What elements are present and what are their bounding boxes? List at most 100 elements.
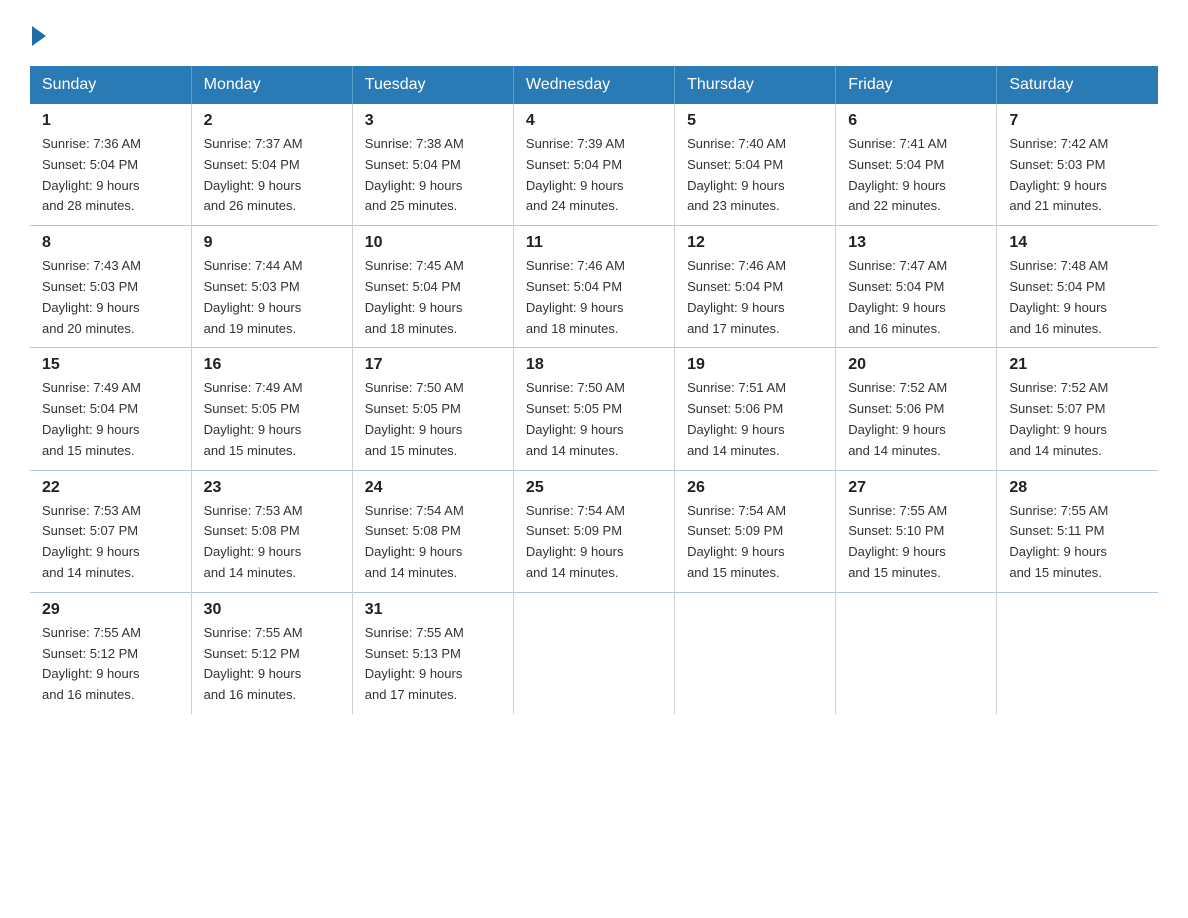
- day-cell: [513, 592, 674, 714]
- header-monday: Monday: [191, 66, 352, 104]
- calendar-body: 1 Sunrise: 7:36 AM Sunset: 5:04 PM Dayli…: [30, 104, 1158, 714]
- header-saturday: Saturday: [997, 66, 1158, 104]
- day-info: Sunrise: 7:55 AM Sunset: 5:10 PM Dayligh…: [848, 501, 984, 584]
- day-info: Sunrise: 7:53 AM Sunset: 5:07 PM Dayligh…: [42, 501, 179, 584]
- header-row: SundayMondayTuesdayWednesdayThursdayFrid…: [30, 66, 1158, 104]
- day-cell: 17 Sunrise: 7:50 AM Sunset: 5:05 PM Dayl…: [352, 348, 513, 470]
- day-info: Sunrise: 7:39 AM Sunset: 5:04 PM Dayligh…: [526, 134, 662, 217]
- week-row-3: 15 Sunrise: 7:49 AM Sunset: 5:04 PM Dayl…: [30, 348, 1158, 470]
- day-cell: [675, 592, 836, 714]
- header-thursday: Thursday: [675, 66, 836, 104]
- day-cell: 23 Sunrise: 7:53 AM Sunset: 5:08 PM Dayl…: [191, 470, 352, 592]
- day-number: 7: [1009, 112, 1146, 130]
- week-row-1: 1 Sunrise: 7:36 AM Sunset: 5:04 PM Dayli…: [30, 104, 1158, 226]
- day-number: 1: [42, 112, 179, 130]
- day-cell: 11 Sunrise: 7:46 AM Sunset: 5:04 PM Dayl…: [513, 226, 674, 348]
- day-info: Sunrise: 7:46 AM Sunset: 5:04 PM Dayligh…: [687, 256, 823, 339]
- day-number: 19: [687, 356, 823, 374]
- day-cell: [997, 592, 1158, 714]
- day-cell: 19 Sunrise: 7:51 AM Sunset: 5:06 PM Dayl…: [675, 348, 836, 470]
- page-header: [30, 20, 1158, 46]
- day-info: Sunrise: 7:42 AM Sunset: 5:03 PM Dayligh…: [1009, 134, 1146, 217]
- day-cell: 4 Sunrise: 7:39 AM Sunset: 5:04 PM Dayli…: [513, 104, 674, 226]
- day-info: Sunrise: 7:46 AM Sunset: 5:04 PM Dayligh…: [526, 256, 662, 339]
- day-info: Sunrise: 7:52 AM Sunset: 5:06 PM Dayligh…: [848, 378, 984, 461]
- day-cell: 12 Sunrise: 7:46 AM Sunset: 5:04 PM Dayl…: [675, 226, 836, 348]
- day-number: 4: [526, 112, 662, 130]
- day-number: 17: [365, 356, 501, 374]
- day-info: Sunrise: 7:37 AM Sunset: 5:04 PM Dayligh…: [204, 134, 340, 217]
- day-info: Sunrise: 7:47 AM Sunset: 5:04 PM Dayligh…: [848, 256, 984, 339]
- day-number: 20: [848, 356, 984, 374]
- day-number: 18: [526, 356, 662, 374]
- day-cell: 5 Sunrise: 7:40 AM Sunset: 5:04 PM Dayli…: [675, 104, 836, 226]
- header-wednesday: Wednesday: [513, 66, 674, 104]
- day-cell: 16 Sunrise: 7:49 AM Sunset: 5:05 PM Dayl…: [191, 348, 352, 470]
- day-number: 3: [365, 112, 501, 130]
- day-info: Sunrise: 7:49 AM Sunset: 5:04 PM Dayligh…: [42, 378, 179, 461]
- day-cell: 24 Sunrise: 7:54 AM Sunset: 5:08 PM Dayl…: [352, 470, 513, 592]
- day-cell: 7 Sunrise: 7:42 AM Sunset: 5:03 PM Dayli…: [997, 104, 1158, 226]
- day-number: 21: [1009, 356, 1146, 374]
- day-cell: 20 Sunrise: 7:52 AM Sunset: 5:06 PM Dayl…: [836, 348, 997, 470]
- day-info: Sunrise: 7:52 AM Sunset: 5:07 PM Dayligh…: [1009, 378, 1146, 461]
- day-info: Sunrise: 7:40 AM Sunset: 5:04 PM Dayligh…: [687, 134, 823, 217]
- day-cell: 21 Sunrise: 7:52 AM Sunset: 5:07 PM Dayl…: [997, 348, 1158, 470]
- day-info: Sunrise: 7:41 AM Sunset: 5:04 PM Dayligh…: [848, 134, 984, 217]
- day-number: 2: [204, 112, 340, 130]
- day-cell: 25 Sunrise: 7:54 AM Sunset: 5:09 PM Dayl…: [513, 470, 674, 592]
- day-number: 5: [687, 112, 823, 130]
- day-number: 23: [204, 479, 340, 497]
- day-cell: 26 Sunrise: 7:54 AM Sunset: 5:09 PM Dayl…: [675, 470, 836, 592]
- day-number: 13: [848, 234, 984, 252]
- day-info: Sunrise: 7:54 AM Sunset: 5:08 PM Dayligh…: [365, 501, 501, 584]
- day-cell: 27 Sunrise: 7:55 AM Sunset: 5:10 PM Dayl…: [836, 470, 997, 592]
- day-number: 6: [848, 112, 984, 130]
- day-cell: 13 Sunrise: 7:47 AM Sunset: 5:04 PM Dayl…: [836, 226, 997, 348]
- day-cell: 15 Sunrise: 7:49 AM Sunset: 5:04 PM Dayl…: [30, 348, 191, 470]
- calendar-table: SundayMondayTuesdayWednesdayThursdayFrid…: [30, 66, 1158, 714]
- day-info: Sunrise: 7:48 AM Sunset: 5:04 PM Dayligh…: [1009, 256, 1146, 339]
- day-cell: 1 Sunrise: 7:36 AM Sunset: 5:04 PM Dayli…: [30, 104, 191, 226]
- day-number: 22: [42, 479, 179, 497]
- day-info: Sunrise: 7:53 AM Sunset: 5:08 PM Dayligh…: [204, 501, 340, 584]
- day-info: Sunrise: 7:55 AM Sunset: 5:12 PM Dayligh…: [204, 623, 340, 706]
- day-info: Sunrise: 7:49 AM Sunset: 5:05 PM Dayligh…: [204, 378, 340, 461]
- day-number: 26: [687, 479, 823, 497]
- day-info: Sunrise: 7:55 AM Sunset: 5:12 PM Dayligh…: [42, 623, 179, 706]
- day-cell: 22 Sunrise: 7:53 AM Sunset: 5:07 PM Dayl…: [30, 470, 191, 592]
- logo-arrow-icon: [32, 26, 46, 46]
- day-number: 24: [365, 479, 501, 497]
- logo: [30, 30, 46, 46]
- day-info: Sunrise: 7:50 AM Sunset: 5:05 PM Dayligh…: [365, 378, 501, 461]
- day-cell: 14 Sunrise: 7:48 AM Sunset: 5:04 PM Dayl…: [997, 226, 1158, 348]
- day-number: 9: [204, 234, 340, 252]
- calendar-header: SundayMondayTuesdayWednesdayThursdayFrid…: [30, 66, 1158, 104]
- day-info: Sunrise: 7:54 AM Sunset: 5:09 PM Dayligh…: [526, 501, 662, 584]
- day-cell: [836, 592, 997, 714]
- day-cell: 6 Sunrise: 7:41 AM Sunset: 5:04 PM Dayli…: [836, 104, 997, 226]
- day-cell: 18 Sunrise: 7:50 AM Sunset: 5:05 PM Dayl…: [513, 348, 674, 470]
- day-info: Sunrise: 7:43 AM Sunset: 5:03 PM Dayligh…: [42, 256, 179, 339]
- day-info: Sunrise: 7:55 AM Sunset: 5:11 PM Dayligh…: [1009, 501, 1146, 584]
- day-cell: 10 Sunrise: 7:45 AM Sunset: 5:04 PM Dayl…: [352, 226, 513, 348]
- day-cell: 28 Sunrise: 7:55 AM Sunset: 5:11 PM Dayl…: [997, 470, 1158, 592]
- day-info: Sunrise: 7:38 AM Sunset: 5:04 PM Dayligh…: [365, 134, 501, 217]
- day-number: 25: [526, 479, 662, 497]
- day-cell: 9 Sunrise: 7:44 AM Sunset: 5:03 PM Dayli…: [191, 226, 352, 348]
- day-number: 12: [687, 234, 823, 252]
- day-cell: 8 Sunrise: 7:43 AM Sunset: 5:03 PM Dayli…: [30, 226, 191, 348]
- day-number: 16: [204, 356, 340, 374]
- day-number: 27: [848, 479, 984, 497]
- header-friday: Friday: [836, 66, 997, 104]
- header-sunday: Sunday: [30, 66, 191, 104]
- day-cell: 2 Sunrise: 7:37 AM Sunset: 5:04 PM Dayli…: [191, 104, 352, 226]
- week-row-4: 22 Sunrise: 7:53 AM Sunset: 5:07 PM Dayl…: [30, 470, 1158, 592]
- day-number: 15: [42, 356, 179, 374]
- week-row-2: 8 Sunrise: 7:43 AM Sunset: 5:03 PM Dayli…: [30, 226, 1158, 348]
- day-cell: 29 Sunrise: 7:55 AM Sunset: 5:12 PM Dayl…: [30, 592, 191, 714]
- day-cell: 31 Sunrise: 7:55 AM Sunset: 5:13 PM Dayl…: [352, 592, 513, 714]
- week-row-5: 29 Sunrise: 7:55 AM Sunset: 5:12 PM Dayl…: [30, 592, 1158, 714]
- day-number: 14: [1009, 234, 1146, 252]
- header-tuesday: Tuesday: [352, 66, 513, 104]
